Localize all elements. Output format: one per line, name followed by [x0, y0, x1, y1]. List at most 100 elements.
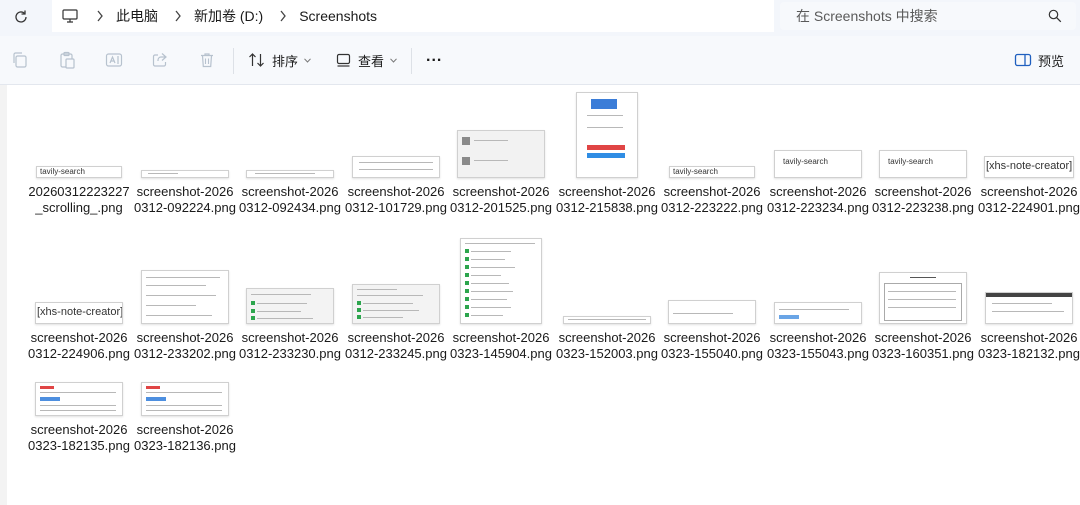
toolbar-divider — [411, 48, 412, 74]
file-name: screenshot-20260312-223234.png — [767, 184, 869, 215]
file-item[interactable]: screenshot-20260312-233245.png — [344, 244, 448, 382]
file-item[interactable]: screenshot-20260323-182135.png — [27, 336, 131, 474]
chevron-right-icon — [174, 9, 184, 23]
trash-icon — [201, 53, 213, 68]
thumbnail-image — [246, 170, 334, 178]
file-thumbnail: [xhs-note-creator] — [31, 244, 127, 324]
file-name: screenshot-20260312-201525.png — [450, 184, 552, 215]
file-item[interactable]: [xhs-note-creator] screenshot-20260312-2… — [977, 98, 1080, 236]
thumbnail-image: tavily-search — [774, 150, 862, 178]
thumbnail-text: [xhs-note-creator] — [986, 160, 1073, 172]
file-item[interactable]: screenshot-20260312-092434.png — [238, 98, 342, 236]
thumbnail-image — [141, 382, 229, 416]
file-thumbnail — [559, 92, 655, 178]
file-name: screenshot-20260323-182136.png — [134, 422, 236, 453]
file-item[interactable]: screenshot-20260323-182136.png — [133, 336, 237, 474]
view-button[interactable]: 查看 — [336, 48, 397, 72]
file-item[interactable]: screenshot-20260323-145904.png — [449, 238, 553, 382]
file-item[interactable]: screenshot-20260312-201525.png — [449, 98, 553, 236]
sort-label: 排序 — [272, 53, 299, 69]
thumbnail-image — [246, 288, 334, 324]
file-item[interactable]: tavily-search 20260312223227_scrolling_.… — [27, 98, 131, 236]
file-name: screenshot-20260312-092224.png — [134, 184, 236, 215]
thumbnail-image: [xhs-note-creator] — [35, 302, 123, 324]
toolbar-divider — [233, 48, 234, 74]
search-input[interactable] — [794, 7, 1038, 25]
chevron-right-icon — [96, 9, 106, 23]
thumbnail-text: [xhs-note-creator] — [37, 306, 123, 318]
delete-button[interactable] — [195, 48, 219, 72]
thumbnail-image — [141, 270, 229, 324]
file-name: screenshot-20260323-152003.png — [556, 330, 658, 361]
paste-icon — [60, 51, 75, 69]
file-item[interactable]: screenshot-20260323-152003.png — [555, 244, 659, 382]
file-item[interactable]: tavily-search screenshot-20260312-223238… — [871, 98, 975, 236]
file-item[interactable]: screenshot-20260312-101729.png — [344, 98, 448, 236]
preview-label: 预览 — [1038, 53, 1065, 69]
paste-button[interactable] — [55, 48, 79, 72]
file-thumbnail — [31, 336, 127, 416]
file-thumbnail — [137, 98, 233, 178]
thumbnail-image — [460, 238, 542, 324]
thumbnail-image — [141, 170, 229, 178]
file-name: screenshot-20260323-182135.png — [28, 422, 130, 453]
file-item[interactable]: screenshot-20260323-160351.png — [871, 244, 975, 382]
copy-button[interactable] — [8, 48, 32, 72]
thumbnail-image: tavily-search — [879, 150, 967, 178]
view-label: 查看 — [358, 53, 385, 69]
sort-icon — [249, 53, 264, 67]
file-item[interactable]: screenshot-20260312-215838.png — [555, 92, 659, 236]
file-name: screenshot-20260312-224901.png — [978, 184, 1080, 215]
file-item[interactable]: screenshot-20260323-155043.png — [766, 244, 870, 382]
file-thumbnail — [875, 244, 971, 324]
file-name: screenshot-20260312-233245.png — [345, 330, 447, 361]
file-name: screenshot-20260323-182132.png — [978, 330, 1080, 361]
thumbnail-image — [576, 92, 638, 178]
file-name: screenshot-20260323-160351.png — [872, 330, 974, 361]
view-icon — [336, 53, 351, 67]
more-options-button[interactable]: ... — [426, 45, 442, 69]
file-item[interactable]: tavily-search screenshot-20260312-223234… — [766, 98, 870, 236]
file-name: screenshot-20260312-223222.png — [661, 184, 763, 215]
file-item[interactable]: tavily-search screenshot-20260312-223222… — [660, 98, 764, 236]
file-name: screenshot-20260312-233230.png — [239, 330, 341, 361]
chevron-down-icon — [390, 56, 397, 65]
chevron-down-icon — [304, 56, 311, 65]
thumbnail-image — [35, 382, 123, 416]
share-button[interactable] — [148, 48, 172, 72]
file-thumbnail — [664, 244, 760, 324]
file-thumbnail — [453, 98, 549, 178]
file-thumbnail: [xhs-note-creator] — [981, 98, 1077, 178]
file-item[interactable]: screenshot-20260323-182132.png — [977, 244, 1080, 382]
search-box[interactable] — [780, 2, 1076, 30]
file-thumbnail — [453, 238, 549, 324]
preview-pane-button[interactable]: 预览 — [1014, 48, 1064, 72]
file-thumbnail — [348, 98, 444, 178]
sort-button[interactable]: 排序 — [248, 48, 311, 72]
file-thumbnail — [981, 244, 1077, 324]
breadcrumb-this-pc[interactable]: 此电脑 — [116, 6, 158, 26]
search-icon[interactable] — [1048, 9, 1062, 23]
breadcrumb[interactable]: 此电脑 新加卷 (D:) Screenshots — [52, 0, 774, 32]
file-name: screenshot-20260312-223238.png — [872, 184, 974, 215]
breadcrumb-drive-d[interactable]: 新加卷 (D:) — [194, 6, 263, 26]
refresh-icon — [15, 10, 27, 23]
file-item[interactable]: screenshot-20260312-233230.png — [238, 244, 342, 382]
file-item[interactable]: screenshot-20260312-092224.png — [133, 98, 237, 236]
thumbnail-text: tavily-search — [888, 157, 933, 166]
thumbnail-image: tavily-search — [669, 166, 755, 178]
rename-icon — [105, 53, 123, 67]
file-name: screenshot-20260312-092434.png — [239, 184, 341, 215]
refresh-button[interactable] — [10, 6, 32, 28]
file-thumbnail — [559, 244, 655, 324]
thumbnail-image: [xhs-note-creator] — [984, 156, 1074, 178]
breadcrumb-screenshots[interactable]: Screenshots — [299, 8, 377, 24]
chevron-right-icon — [279, 9, 289, 23]
file-name: screenshot-20260323-145904.png — [450, 330, 552, 361]
thumbnail-image — [879, 272, 967, 324]
file-thumbnail — [242, 244, 338, 324]
rename-button[interactable] — [102, 48, 126, 72]
nav-pane-edge — [0, 85, 7, 505]
file-item[interactable]: screenshot-20260323-155040.png — [660, 244, 764, 382]
thumbnail-image — [352, 284, 440, 324]
